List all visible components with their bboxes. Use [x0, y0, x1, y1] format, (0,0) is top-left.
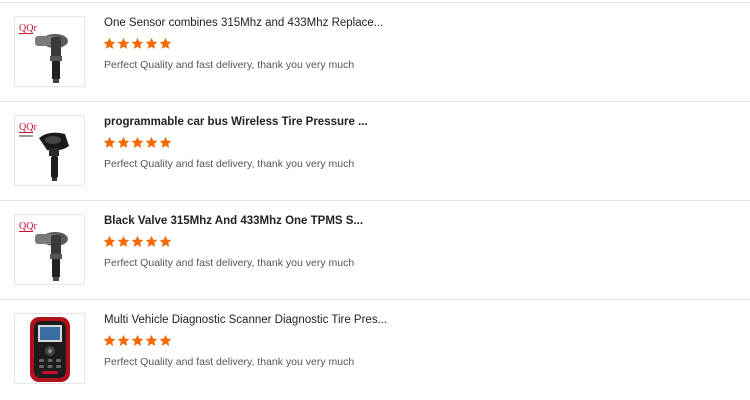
star-icon	[103, 235, 116, 247]
star-icon	[117, 235, 130, 247]
star-icon	[131, 136, 144, 148]
star-icon	[103, 37, 116, 49]
product-title-link[interactable]: One Sensor combines 315Mhz and 433Mhz Re…	[104, 17, 383, 29]
star-icon	[159, 136, 172, 148]
review-item: QQr One Sensor combines 315Mhz and 433Mh…	[0, 3, 750, 102]
review-comment: Perfect Quality and fast delivery, thank…	[104, 356, 355, 368]
star-icon	[145, 37, 158, 49]
tpms-sensor-icon: QQr	[19, 221, 68, 281]
tpms-sensor-icon: QQr	[19, 122, 69, 181]
product-thumbnail[interactable]: QQr	[14, 115, 85, 186]
product-title-link[interactable]: Multi Vehicle Diagnostic Scanner Diagnos…	[104, 314, 387, 326]
review-item: Multi Vehicle Diagnostic Scanner Diagnos…	[0, 300, 750, 399]
product-thumbnail[interactable]: QQr	[14, 214, 85, 285]
product-title-link[interactable]: Black Valve 315Mhz And 433Mhz One TPMS S…	[104, 215, 363, 227]
brand-logo: QQr	[19, 23, 37, 34]
star-icon	[145, 334, 158, 346]
rating-stars	[103, 136, 172, 150]
star-icon	[131, 235, 144, 247]
rating-stars	[103, 334, 172, 348]
review-item: QQr programmable car bus Wireless Tire P…	[0, 102, 750, 201]
review-comment: Perfect Quality and fast delivery, thank…	[104, 59, 355, 71]
star-icon	[131, 37, 144, 49]
review-comment: Perfect Quality and fast delivery, thank…	[104, 158, 355, 170]
star-icon	[103, 334, 116, 346]
rating-stars	[103, 37, 172, 51]
product-thumbnail[interactable]	[14, 313, 85, 384]
star-icon	[145, 235, 158, 247]
product-thumbnail[interactable]: QQr	[14, 16, 85, 87]
tpms-sensor-icon: QQr	[19, 23, 68, 83]
review-item: QQr Black Valve 315Mhz And 433Mhz One TP…	[0, 201, 750, 300]
rating-stars	[103, 235, 172, 249]
product-title-link[interactable]: programmable car bus Wireless Tire Press…	[104, 116, 368, 128]
star-icon	[117, 136, 130, 148]
brand-logo: QQr	[19, 221, 37, 232]
star-icon	[131, 334, 144, 346]
star-icon	[117, 37, 130, 49]
star-icon	[103, 136, 116, 148]
diagnostic-scanner-icon	[30, 317, 70, 382]
star-icon	[159, 334, 172, 346]
brand-logo: QQr	[19, 122, 37, 133]
review-list: QQr One Sensor combines 315Mhz and 433Mh…	[0, 0, 750, 400]
star-icon	[159, 235, 172, 247]
star-icon	[117, 334, 130, 346]
star-icon	[159, 37, 172, 49]
review-comment: Perfect Quality and fast delivery, thank…	[104, 257, 355, 269]
star-icon	[145, 136, 158, 148]
